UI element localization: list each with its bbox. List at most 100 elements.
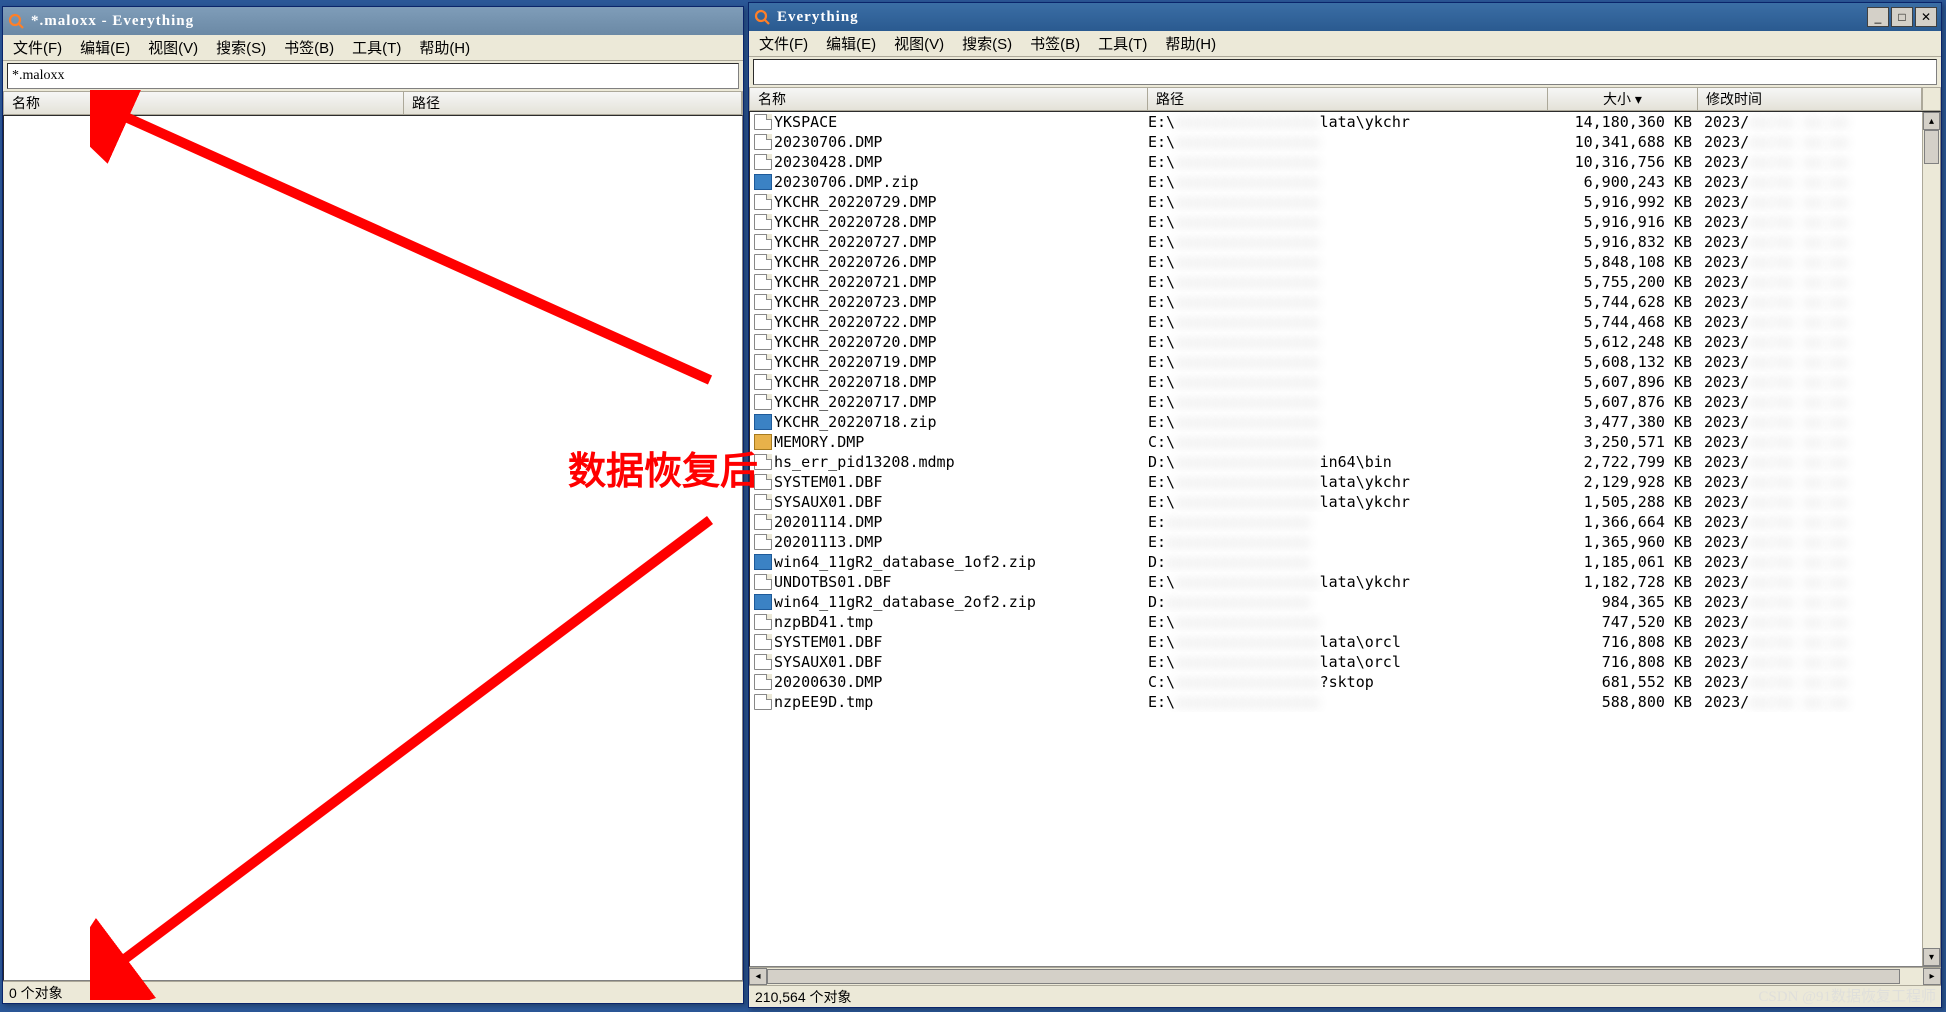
cell-name: hs_err_pid13208.mdmp xyxy=(774,452,1148,472)
menu-file[interactable]: 文件(F) xyxy=(753,31,814,56)
cell-date: 2023/xx/xx xx:xx xyxy=(1698,172,1940,192)
col-path[interactable]: 路径 xyxy=(1148,88,1548,110)
scroll-right-button[interactable]: ▸ xyxy=(1923,968,1941,985)
minimize-button[interactable]: _ xyxy=(1867,7,1889,27)
table-row[interactable]: YKCHR_20220720.DMPE:\xxxxxxxxxxxxxxxx5,6… xyxy=(750,332,1940,352)
cell-name: YKCHR_20220727.DMP xyxy=(774,232,1148,252)
cell-path: E:\xxxxxxxxxxxxxxxx xyxy=(1148,132,1548,152)
table-row[interactable]: nzpBD41.tmpE:\xxxxxxxxxxxxxxxx747,520 KB… xyxy=(750,612,1940,632)
cell-name: SYSTEM01.DBF xyxy=(774,632,1148,652)
horizontal-scrollbar[interactable]: ◂ ▸ xyxy=(749,967,1941,985)
cell-path: E:\xxxxxxxxxxxxxxxxlata\orcl xyxy=(1148,652,1548,672)
cell-date: 2023/xx/xx xx:xx xyxy=(1698,332,1940,352)
menu-search[interactable]: 搜索(S) xyxy=(956,31,1018,56)
scroll-up-button[interactable]: ▴ xyxy=(1923,112,1940,130)
table-row[interactable]: YKCHR_20220726.DMPE:\xxxxxxxxxxxxxxxx5,8… xyxy=(750,252,1940,272)
cell-name: nzpEE9D.tmp xyxy=(774,692,1148,712)
table-row[interactable]: nzpEE9D.tmpE:\xxxxxxxxxxxxxxxx588,800 KB… xyxy=(750,692,1940,712)
search-input-left[interactable] xyxy=(8,64,738,88)
cell-size: 5,607,876 KB xyxy=(1548,392,1698,412)
table-row[interactable]: 20230428.DMPE:\xxxxxxxxxxxxxxxx10,316,75… xyxy=(750,152,1940,172)
menu-help[interactable]: 帮助(H) xyxy=(413,35,476,60)
menu-edit[interactable]: 编辑(E) xyxy=(820,31,882,56)
column-headers-right: 名称 路径 大小 ▾ 修改时间 xyxy=(749,87,1941,111)
table-row[interactable]: SYSTEM01.DBFE:\xxxxxxxxxxxxxxxxlata\ykch… xyxy=(750,472,1940,492)
menu-help[interactable]: 帮助(H) xyxy=(1159,31,1222,56)
table-row[interactable]: YKCHR_20220717.DMPE:\xxxxxxxxxxxxxxxx5,6… xyxy=(750,392,1940,412)
cell-path: E:\xxxxxxxxxxxxxxxx xyxy=(1148,332,1548,352)
menu-view[interactable]: 视图(V) xyxy=(142,35,204,60)
scroll-down-button[interactable]: ▾ xyxy=(1923,948,1940,966)
table-row[interactable]: YKCHR_20220718.DMPE:\xxxxxxxxxxxxxxxx5,6… xyxy=(750,372,1940,392)
table-row[interactable]: YKCHR_20220719.DMPE:\xxxxxxxxxxxxxxxx5,6… xyxy=(750,352,1940,372)
menubar-right: 文件(F) 编辑(E) 视图(V) 搜索(S) 书签(B) 工具(T) 帮助(H… xyxy=(749,31,1941,57)
table-row[interactable]: SYSAUX01.DBFE:\xxxxxxxxxxxxxxxxlata\ykch… xyxy=(750,492,1940,512)
col-name[interactable]: 名称 xyxy=(4,92,404,114)
h-scroll-thumb[interactable] xyxy=(767,969,1900,984)
table-row[interactable]: YKCHR_20220718.zipE:\xxxxxxxxxxxxxxxx3,4… xyxy=(750,412,1940,432)
cell-date: 2023/xx/xx xx:xx xyxy=(1698,592,1940,612)
table-row[interactable]: hs_err_pid13208.mdmpD:\xxxxxxxxxxxxxxxxi… xyxy=(750,452,1940,472)
table-row[interactable]: YKCHR_20220722.DMPE:\xxxxxxxxxxxxxxxx5,7… xyxy=(750,312,1940,332)
vertical-scrollbar[interactable]: ▴ ▾ xyxy=(1922,112,1940,966)
table-row[interactable]: SYSTEM01.DBFE:\xxxxxxxxxxxxxxxxlata\orcl… xyxy=(750,632,1940,652)
scroll-track[interactable] xyxy=(1923,130,1940,948)
table-row[interactable]: YKSPACEE:\xxxxxxxxxxxxxxxxlata\ykchr14,1… xyxy=(750,112,1940,132)
cell-name: 20200630.DMP xyxy=(774,672,1148,692)
menu-bookmarks[interactable]: 书签(B) xyxy=(278,35,340,60)
file-icon xyxy=(754,614,772,630)
menu-edit[interactable]: 编辑(E) xyxy=(74,35,136,60)
titlebar-left[interactable]: *.maloxx - Everything xyxy=(3,7,743,35)
table-row[interactable]: 20200630.DMPC:\xxxxxxxxxxxxxxxx?sktop681… xyxy=(750,672,1940,692)
menu-search[interactable]: 搜索(S) xyxy=(210,35,272,60)
table-row[interactable]: YKCHR_20220723.DMPE:\xxxxxxxxxxxxxxxx5,7… xyxy=(750,292,1940,312)
table-row[interactable]: MEMORY.DMPC:\xxxxxxxxxxxxxxxx3,250,571 K… xyxy=(750,432,1940,452)
cell-date: 2023/xx/xx xx:xx xyxy=(1698,112,1940,132)
cell-name: 20201113.DMP xyxy=(774,532,1148,552)
col-name[interactable]: 名称 xyxy=(750,88,1148,110)
search-input-right[interactable] xyxy=(754,60,1936,84)
table-row[interactable]: UNDOTBS01.DBFE:\xxxxxxxxxxxxxxxxlata\ykc… xyxy=(750,572,1940,592)
cell-name: YKCHR_20220729.DMP xyxy=(774,192,1148,212)
file-icon xyxy=(754,214,772,230)
menu-file[interactable]: 文件(F) xyxy=(7,35,68,60)
close-button[interactable]: ✕ xyxy=(1915,7,1937,27)
table-row[interactable]: YKCHR_20220721.DMPE:\xxxxxxxxxxxxxxxx5,7… xyxy=(750,272,1940,292)
table-row[interactable]: 20230706.DMP.zipE:\xxxxxxxxxxxxxxxx6,900… xyxy=(750,172,1940,192)
file-icon xyxy=(754,274,772,290)
cell-path: E:\xxxxxxxxxxxxxxxx xyxy=(1148,392,1548,412)
cell-size: 1,182,728 KB xyxy=(1548,572,1698,592)
col-size[interactable]: 大小 ▾ xyxy=(1548,88,1698,110)
menu-tools[interactable]: 工具(T) xyxy=(1092,31,1153,56)
table-row[interactable]: 20201114.DMPE:xxxxxxxxxxxxxxxx1,366,664 … xyxy=(750,512,1940,532)
menu-bookmarks[interactable]: 书签(B) xyxy=(1024,31,1086,56)
menu-tools[interactable]: 工具(T) xyxy=(346,35,407,60)
table-row[interactable]: YKCHR_20220728.DMPE:\xxxxxxxxxxxxxxxx5,9… xyxy=(750,212,1940,232)
col-path[interactable]: 路径 xyxy=(404,92,742,114)
table-row[interactable]: win64_11gR2_database_1of2.zipD:xxxxxxxxx… xyxy=(750,552,1940,572)
titlebar-right[interactable]: Everything _ □ ✕ xyxy=(749,3,1941,31)
cell-path: E:\xxxxxxxxxxxxxxxxlata\ykchr xyxy=(1148,472,1548,492)
menubar-left: 文件(F) 编辑(E) 视图(V) 搜索(S) 书签(B) 工具(T) 帮助(H… xyxy=(3,35,743,61)
table-row[interactable]: 20230706.DMPE:\xxxxxxxxxxxxxxxx10,341,68… xyxy=(750,132,1940,152)
cell-path: E:\xxxxxxxxxxxxxxxxlata\ykchr xyxy=(1148,112,1548,132)
table-row[interactable]: 20201113.DMPE:xxxxxxxxxxxxxxxx1,365,960 … xyxy=(750,532,1940,552)
table-row[interactable]: YKCHR_20220727.DMPE:\xxxxxxxxxxxxxxxx5,9… xyxy=(750,232,1940,252)
table-row[interactable]: YKCHR_20220729.DMPE:\xxxxxxxxxxxxxxxx5,9… xyxy=(750,192,1940,212)
cell-path: E:\xxxxxxxxxxxxxxxx xyxy=(1148,312,1548,332)
h-scroll-track[interactable] xyxy=(767,968,1923,985)
file-icon xyxy=(754,114,772,130)
search-bar-right xyxy=(753,59,1937,85)
maximize-button[interactable]: □ xyxy=(1891,7,1913,27)
scroll-left-button[interactable]: ◂ xyxy=(749,968,767,985)
cell-date: 2023/xx/xx xx:xx xyxy=(1698,292,1940,312)
scroll-thumb[interactable] xyxy=(1924,130,1939,164)
menu-view[interactable]: 视图(V) xyxy=(888,31,950,56)
col-mtime[interactable]: 修改时间 xyxy=(1698,88,1922,110)
file-icon xyxy=(754,394,772,410)
cell-path: E:\xxxxxxxxxxxxxxxx xyxy=(1148,412,1548,432)
table-row[interactable]: win64_11gR2_database_2of2.zipD:xxxxxxxxx… xyxy=(750,592,1940,612)
table-row[interactable]: SYSAUX01.DBFE:\xxxxxxxxxxxxxxxxlata\orcl… xyxy=(750,652,1940,672)
cell-date: 2023/xx/xx xx:xx xyxy=(1698,652,1940,672)
cell-size: 2,129,928 KB xyxy=(1548,472,1698,492)
